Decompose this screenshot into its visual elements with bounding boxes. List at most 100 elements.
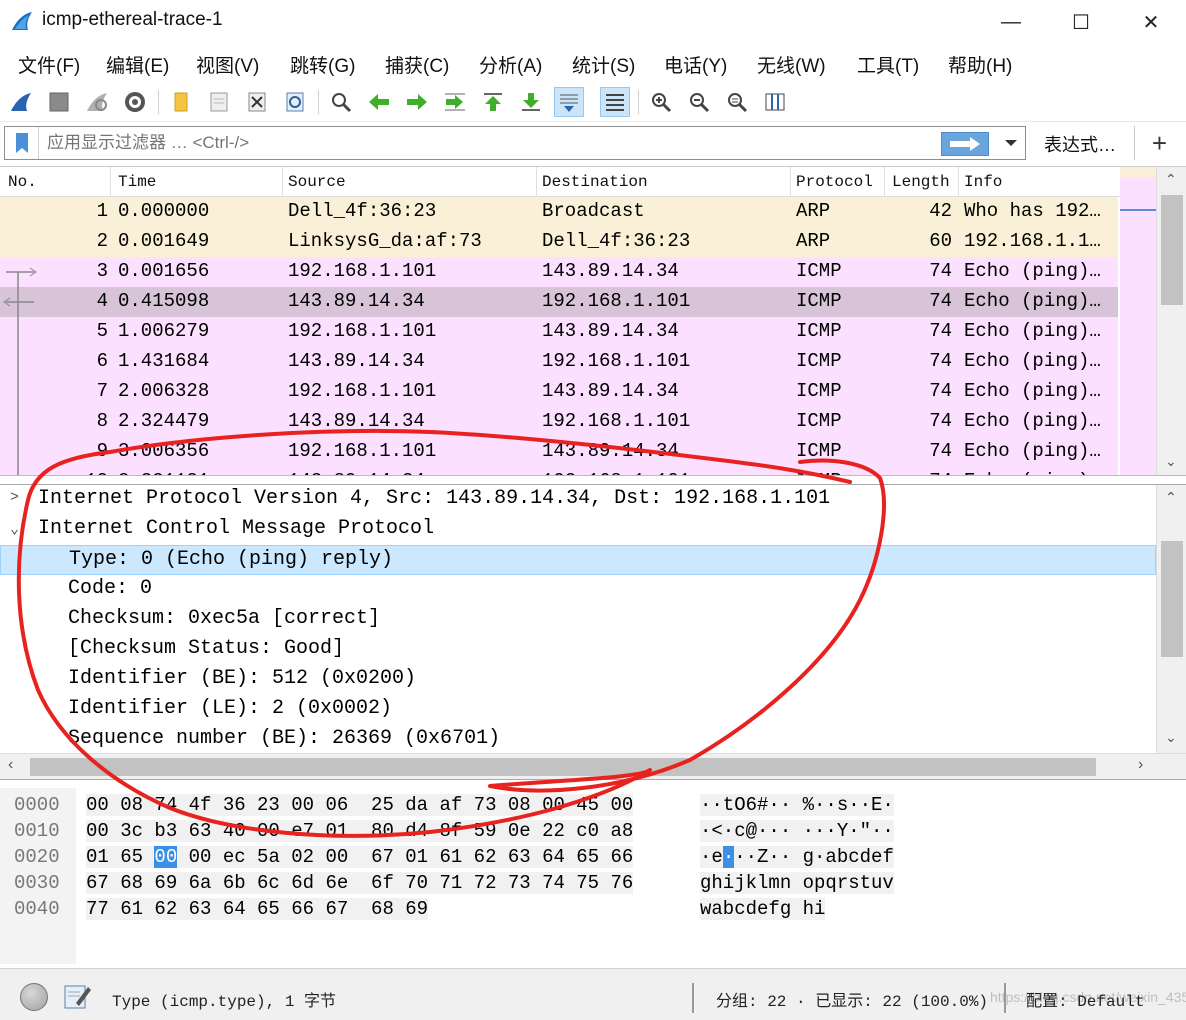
bytes-ascii[interactable]: ··tO6#·· %··s··E· (700, 794, 894, 816)
bytes-ascii[interactable]: ghijklmn opqrstuv (700, 872, 894, 894)
detail-tree-item[interactable]: [Checksum Status: Good] (0, 635, 1156, 665)
go-first-icon[interactable] (478, 87, 508, 117)
detail-tree-item[interactable]: Identifier (BE): 512 (0x0200) (0, 665, 1156, 695)
scroll-up-icon[interactable]: ⌃ (1165, 489, 1177, 506)
packet-row[interactable]: 9 3.006356 192.168.1.101 143.89.14.34 ICMP 74… (0, 437, 1118, 467)
column-divider[interactable] (884, 167, 885, 197)
packet-row[interactable]: 8 2.324479 143.89.14.34 192.168.1.101 ICMP 74… (0, 407, 1118, 437)
go-forward-icon[interactable] (402, 87, 432, 117)
colorize-icon[interactable] (600, 87, 630, 117)
go-last-icon[interactable] (516, 87, 546, 117)
detail-tree-item[interactable]: Identifier (LE): 2 (0x0002) (0, 695, 1156, 725)
minimize-button[interactable]: — (976, 0, 1046, 44)
details-scroll-thumb[interactable] (1161, 541, 1183, 657)
column-divider[interactable] (282, 167, 283, 197)
menu-analyze[interactable]: 分析(A) (479, 51, 542, 78)
menu-view[interactable]: 视图(V) (196, 51, 259, 78)
column-divider[interactable] (958, 167, 959, 197)
display-filter-input[interactable] (47, 131, 927, 155)
packet-row[interactable]: 4 0.415098 143.89.14.34 192.168.1.101 ICMP 74… (0, 287, 1118, 317)
bytes-hex[interactable]: 77 61 62 63 64 65 66 67 68 69 (86, 898, 429, 920)
detail-tree-item[interactable]: Checksum: 0xec5a [correct] (0, 605, 1156, 635)
packet-row[interactable]: 5 1.006279 192.168.1.101 143.89.14.34 ICMP 74… (0, 317, 1118, 347)
menu-wireless[interactable]: 无线(W) (757, 51, 826, 78)
menu-tools[interactable]: 工具(T) (857, 51, 919, 78)
column-header-destination[interactable]: Destination (542, 173, 648, 191)
reload-icon[interactable] (280, 87, 310, 117)
filter-history-dropdown[interactable] (999, 131, 1023, 155)
bytes-hex[interactable]: 00 3c b3 63 40 00 e7 01 80 d4 8f 59 0e 2… (86, 820, 634, 842)
column-divider[interactable] (536, 167, 537, 197)
scroll-down-icon[interactable]: ⌄ (1165, 729, 1177, 746)
scroll-left-icon[interactable]: ‹ (8, 756, 13, 774)
column-divider[interactable] (110, 167, 111, 197)
packet-row[interactable]: 103.331131143.89.14.34192.168.1.101ICMP7… (0, 467, 1118, 475)
menu-capture[interactable]: 捕获(C) (385, 51, 449, 78)
find-icon[interactable] (326, 87, 356, 117)
go-back-icon[interactable] (364, 87, 394, 117)
resize-columns-icon[interactable] (760, 87, 790, 117)
expression-button[interactable]: 表达式… (1044, 131, 1116, 157)
packet-row[interactable]: 2 0.001649 LinksysG_da:af:73 Dell_4f:36:23 A… (0, 227, 1118, 257)
packet-list-scroll-thumb[interactable] (1161, 195, 1183, 305)
detail-tree-item[interactable]: ⌄ Internet Control Message Protocol (0, 515, 1156, 545)
scroll-right-icon[interactable]: › (1138, 756, 1143, 774)
column-divider[interactable] (790, 167, 791, 197)
shark-fin-start-icon[interactable] (6, 87, 36, 117)
column-header-protocol[interactable]: Protocol (796, 173, 873, 191)
status-splitter[interactable] (692, 983, 694, 1013)
capture-options-icon[interactable] (120, 87, 150, 117)
bytes-ascii[interactable]: ·e···Z·· g·abcdef (700, 846, 894, 868)
detail-tree-item[interactable]: Code: 0 (0, 575, 1156, 605)
zoom-in-icon[interactable] (646, 87, 676, 117)
packet-row[interactable]: 3 0.001656 192.168.1.101 143.89.14.34 ICMP 74… (0, 257, 1118, 287)
capture-comment-icon[interactable] (62, 981, 92, 1011)
scroll-up-icon[interactable]: ⌃ (1165, 171, 1177, 188)
details-hscroll-thumb[interactable] (30, 758, 1096, 776)
close-file-icon[interactable] (242, 87, 272, 117)
detail-tree-item[interactable]: Type: 0 (Echo (ping) reply) (0, 545, 1156, 575)
expand-chevron-icon[interactable]: > (10, 489, 19, 506)
expert-info-icon[interactable] (20, 983, 48, 1011)
column-header-info[interactable]: Info (964, 173, 1002, 191)
packet-list-scrollbar[interactable]: ⌃ ⌄ (1156, 167, 1186, 475)
menu-file[interactable]: 文件(F) (18, 51, 80, 78)
bytes-ascii[interactable]: ·<·c@··· ···Y·"·· (700, 820, 894, 842)
column-header-source[interactable]: Source (288, 173, 346, 191)
autoscroll-icon[interactable] (554, 87, 584, 117)
detail-tree-item[interactable]: > Internet Protocol Version 4, Src: 143.8… (0, 485, 1156, 515)
menu-edit[interactable]: 编辑(E) (106, 51, 169, 78)
bytes-ascii[interactable]: wabcdefg hi (700, 898, 826, 920)
scroll-down-icon[interactable]: ⌄ (1165, 453, 1177, 470)
bytes-hex[interactable]: 01 65 00 00 ec 5a 02 00 67 01 61 62 63 6… (86, 846, 634, 868)
open-folder-icon[interactable] (166, 87, 196, 117)
menu-telephony[interactable]: 电话(Y) (664, 51, 727, 78)
zoom-out-icon[interactable] (684, 87, 714, 117)
file-icon[interactable] (204, 87, 234, 117)
status-profile[interactable]: 配置: Default (1026, 987, 1144, 1011)
column-header-no[interactable]: No. (8, 173, 37, 191)
stop-capture-icon[interactable] (44, 87, 74, 117)
restart-capture-icon[interactable] (82, 87, 112, 117)
add-filter-button[interactable]: + (1134, 126, 1184, 160)
column-header-time[interactable]: Time (118, 173, 156, 191)
close-button[interactable]: ✕ (1116, 0, 1186, 44)
detail-tree-item[interactable]: Sequence number (BE): 26369 (0x6701) (0, 725, 1156, 755)
collapse-chevron-icon[interactable]: ⌄ (10, 519, 19, 538)
menu-go[interactable]: 跳转(G) (290, 51, 355, 78)
maximize-button[interactable]: ☐ (1046, 0, 1116, 44)
apply-filter-button[interactable] (941, 132, 989, 156)
filter-bookmark-button[interactable] (5, 127, 39, 159)
menu-help[interactable]: 帮助(H) (948, 51, 1012, 78)
menu-statistics[interactable]: 统计(S) (572, 51, 635, 78)
packet-row[interactable]: 1 0.000000 Dell_4f:36:23 Broadcast ARP 42 Who … (0, 197, 1118, 227)
packet-row[interactable]: 7 2.006328 192.168.1.101 143.89.14.34 ICMP 74… (0, 377, 1118, 407)
packet-row[interactable]: 6 1.431684 143.89.14.34 192.168.1.101 ICMP 74… (0, 347, 1118, 377)
details-vertical-scrollbar[interactable]: ⌃ ⌄ (1156, 485, 1186, 753)
zoom-normal-icon[interactable] (722, 87, 752, 117)
bytes-hex[interactable]: 67 68 69 6a 6b 6c 6d 6e 6f 70 71 72 73 7… (86, 872, 634, 894)
column-header-length[interactable]: Length (892, 173, 950, 191)
bytes-hex[interactable]: 00 08 74 4f 36 23 00 06 25 da af 73 08 0… (86, 794, 634, 816)
packet-minimap[interactable] (1120, 167, 1156, 475)
go-to-packet-icon[interactable] (440, 87, 470, 117)
